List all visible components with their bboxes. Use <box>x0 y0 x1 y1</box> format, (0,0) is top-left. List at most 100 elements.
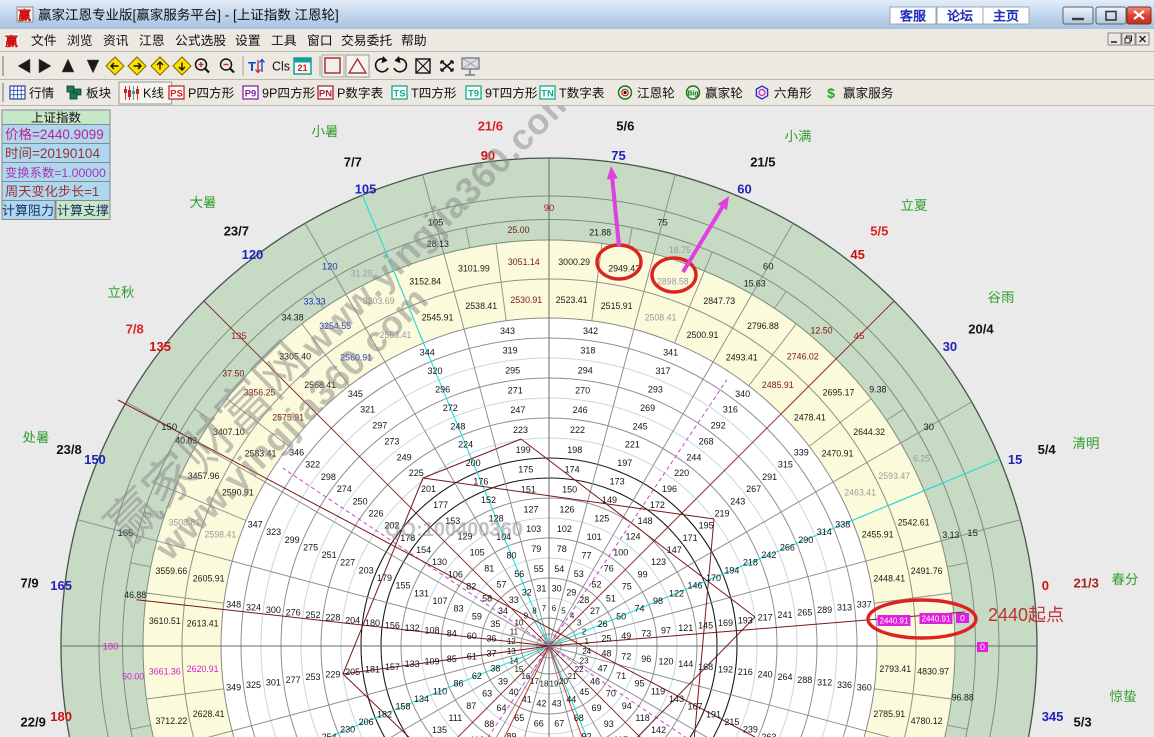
svg-text:103: 103 <box>526 524 541 534</box>
svg-text:135: 135 <box>432 725 447 735</box>
svg-text:219: 219 <box>714 508 729 518</box>
svg-text:15: 15 <box>1008 452 1022 467</box>
svg-text:290: 290 <box>798 535 813 545</box>
svg-text:221: 221 <box>625 440 640 450</box>
svg-text:=20190104: =20190104 <box>32 146 100 161</box>
svg-text:0: 0 <box>960 613 965 623</box>
svg-text:325: 325 <box>246 680 261 690</box>
svg-text:45: 45 <box>579 687 589 697</box>
svg-text:102: 102 <box>557 524 572 534</box>
svg-text:7/7: 7/7 <box>344 154 362 169</box>
svg-text:266: 266 <box>780 542 795 552</box>
svg-text:20/4: 20/4 <box>968 322 994 337</box>
svg-text:PS: PS <box>170 89 183 100</box>
svg-text:312: 312 <box>817 677 832 687</box>
svg-text:222: 222 <box>570 425 585 435</box>
svg-text:133: 133 <box>405 659 420 669</box>
svg-text:297: 297 <box>372 421 387 431</box>
svg-text:125: 125 <box>594 514 609 524</box>
svg-text:18: 18 <box>540 680 549 689</box>
svg-text:85: 85 <box>447 654 457 664</box>
svg-text:271: 271 <box>508 385 523 395</box>
svg-text:=1: =1 <box>84 184 99 199</box>
svg-text:21/5: 21/5 <box>750 154 775 169</box>
svg-text:147: 147 <box>667 545 682 555</box>
svg-text:2620.91: 2620.91 <box>187 664 219 674</box>
svg-text:131: 131 <box>414 588 429 598</box>
svg-text:275: 275 <box>303 542 318 552</box>
svg-text:168: 168 <box>698 662 713 672</box>
svg-text:2515.91: 2515.91 <box>601 301 633 311</box>
svg-text:134: 134 <box>414 694 429 704</box>
svg-text:2847.73: 2847.73 <box>703 296 735 306</box>
svg-text:360: 360 <box>857 683 872 693</box>
svg-text:245: 245 <box>633 421 648 431</box>
svg-text:242: 242 <box>761 550 776 560</box>
svg-text:75: 75 <box>657 218 668 229</box>
svg-text:268: 268 <box>699 437 714 447</box>
svg-text:23/7: 23/7 <box>224 224 249 239</box>
svg-text:314: 314 <box>817 527 832 537</box>
svg-text:37.50: 37.50 <box>222 369 244 379</box>
svg-text:77: 77 <box>581 551 591 561</box>
svg-text:21: 21 <box>297 63 307 73</box>
svg-text:292: 292 <box>711 421 726 431</box>
svg-text:254: 254 <box>322 732 337 737</box>
svg-text:244: 244 <box>686 452 701 462</box>
svg-text:60: 60 <box>737 182 751 197</box>
svg-text:38: 38 <box>490 663 500 673</box>
svg-text:30: 30 <box>943 339 957 354</box>
svg-text:45: 45 <box>850 247 864 262</box>
svg-text:135: 135 <box>149 339 171 354</box>
svg-text:35: 35 <box>490 619 500 629</box>
svg-text:2463.41: 2463.41 <box>844 488 876 498</box>
svg-text:109: 109 <box>424 657 439 667</box>
svg-text:55: 55 <box>534 564 544 574</box>
svg-text:289: 289 <box>817 605 832 615</box>
svg-text:158: 158 <box>395 702 410 712</box>
svg-text:296: 296 <box>435 384 450 394</box>
svg-text:22/9: 22/9 <box>21 714 46 729</box>
svg-text:94: 94 <box>622 701 632 711</box>
svg-text:344: 344 <box>420 347 435 357</box>
svg-text:111: 111 <box>449 713 463 723</box>
svg-text:206: 206 <box>359 717 374 727</box>
svg-text:3051.14: 3051.14 <box>508 257 540 267</box>
svg-text:7: 7 <box>542 604 547 613</box>
svg-text:2530.91: 2530.91 <box>510 295 542 305</box>
svg-text:98: 98 <box>653 596 663 606</box>
svg-text:63: 63 <box>482 689 492 699</box>
svg-text:23/8: 23/8 <box>56 442 81 457</box>
svg-text:39: 39 <box>498 677 508 687</box>
svg-text:51: 51 <box>606 594 616 604</box>
svg-text:198: 198 <box>567 445 582 455</box>
svg-text:57: 57 <box>496 579 506 589</box>
svg-text:246: 246 <box>573 405 588 415</box>
svg-text:149: 149 <box>602 495 617 505</box>
svg-text:TN: TN <box>541 89 554 100</box>
svg-text:73: 73 <box>641 628 651 638</box>
svg-text:130: 130 <box>432 557 447 567</box>
svg-text:157: 157 <box>385 662 400 672</box>
svg-text:225: 225 <box>409 468 424 478</box>
svg-text:69: 69 <box>591 703 601 713</box>
svg-text:201: 201 <box>421 484 436 494</box>
svg-text:126: 126 <box>559 504 574 514</box>
svg-text:29: 29 <box>566 588 576 598</box>
svg-text:319: 319 <box>503 346 518 356</box>
svg-text:156: 156 <box>385 621 400 631</box>
svg-text:50: 50 <box>616 611 626 621</box>
svg-text:132: 132 <box>405 623 420 633</box>
svg-text:321: 321 <box>360 405 375 415</box>
svg-text:143: 143 <box>669 694 684 704</box>
svg-text:270: 270 <box>575 385 590 395</box>
svg-text:170: 170 <box>706 573 721 583</box>
svg-text:61: 61 <box>467 651 477 661</box>
svg-text:0: 0 <box>980 642 985 652</box>
svg-text:172: 172 <box>650 500 665 510</box>
svg-text:180: 180 <box>103 641 119 652</box>
svg-text:78: 78 <box>557 544 567 554</box>
svg-text:180: 180 <box>50 709 72 724</box>
svg-text:269: 269 <box>640 403 655 413</box>
svg-text:177: 177 <box>433 500 448 510</box>
